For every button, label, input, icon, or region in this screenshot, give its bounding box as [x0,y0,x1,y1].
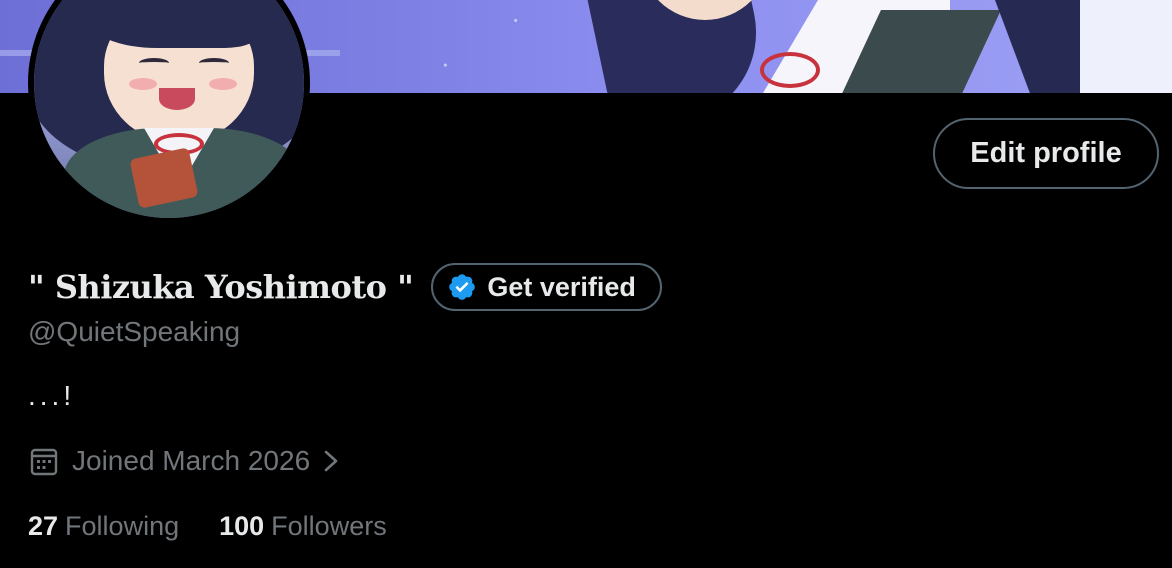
following-count: 27 [28,510,59,541]
edit-profile-button[interactable]: Edit profile [933,118,1159,189]
following-label: Following [65,510,180,541]
avatar-eye-left [139,58,169,68]
display-name: " Shizuka Yoshimoto " [28,268,414,306]
avatar-blush-left [129,78,157,90]
banner-ribbon [760,52,820,88]
bio-text: ...! [28,380,76,411]
avatar-eye-right [199,58,229,68]
calendar-icon [30,448,58,476]
joined-date-row[interactable]: Joined March 2026 [30,442,340,480]
following-link[interactable]: 27 Following [28,511,179,542]
follow-stats: 27 Following 100 Followers [28,506,387,546]
avatar-mouth [159,88,195,110]
avatar-blush-right [209,78,237,90]
followers-label: Followers [271,510,387,541]
avatar-image [34,0,304,218]
followers-count: 100 [219,510,265,541]
chevron-right-icon [324,450,338,472]
banner-background-right [1080,0,1172,93]
get-verified-label: Get verified [487,271,636,302]
get-verified-button[interactable]: Get verified [431,263,662,311]
verified-badge-icon [449,274,476,300]
avatar[interactable] [28,0,310,224]
username-handle: @QuietSpeaking [28,316,241,347]
followers-link[interactable]: 100 Followers [219,511,387,542]
name-row: " Shizuka Yoshimoto " Get verified [28,262,662,312]
joined-date-text: Joined March 2026 [72,445,311,476]
profile-page: Edit profile " Shizuka Yoshimoto " Get v… [0,0,1172,568]
avatar-bangs [89,0,259,48]
